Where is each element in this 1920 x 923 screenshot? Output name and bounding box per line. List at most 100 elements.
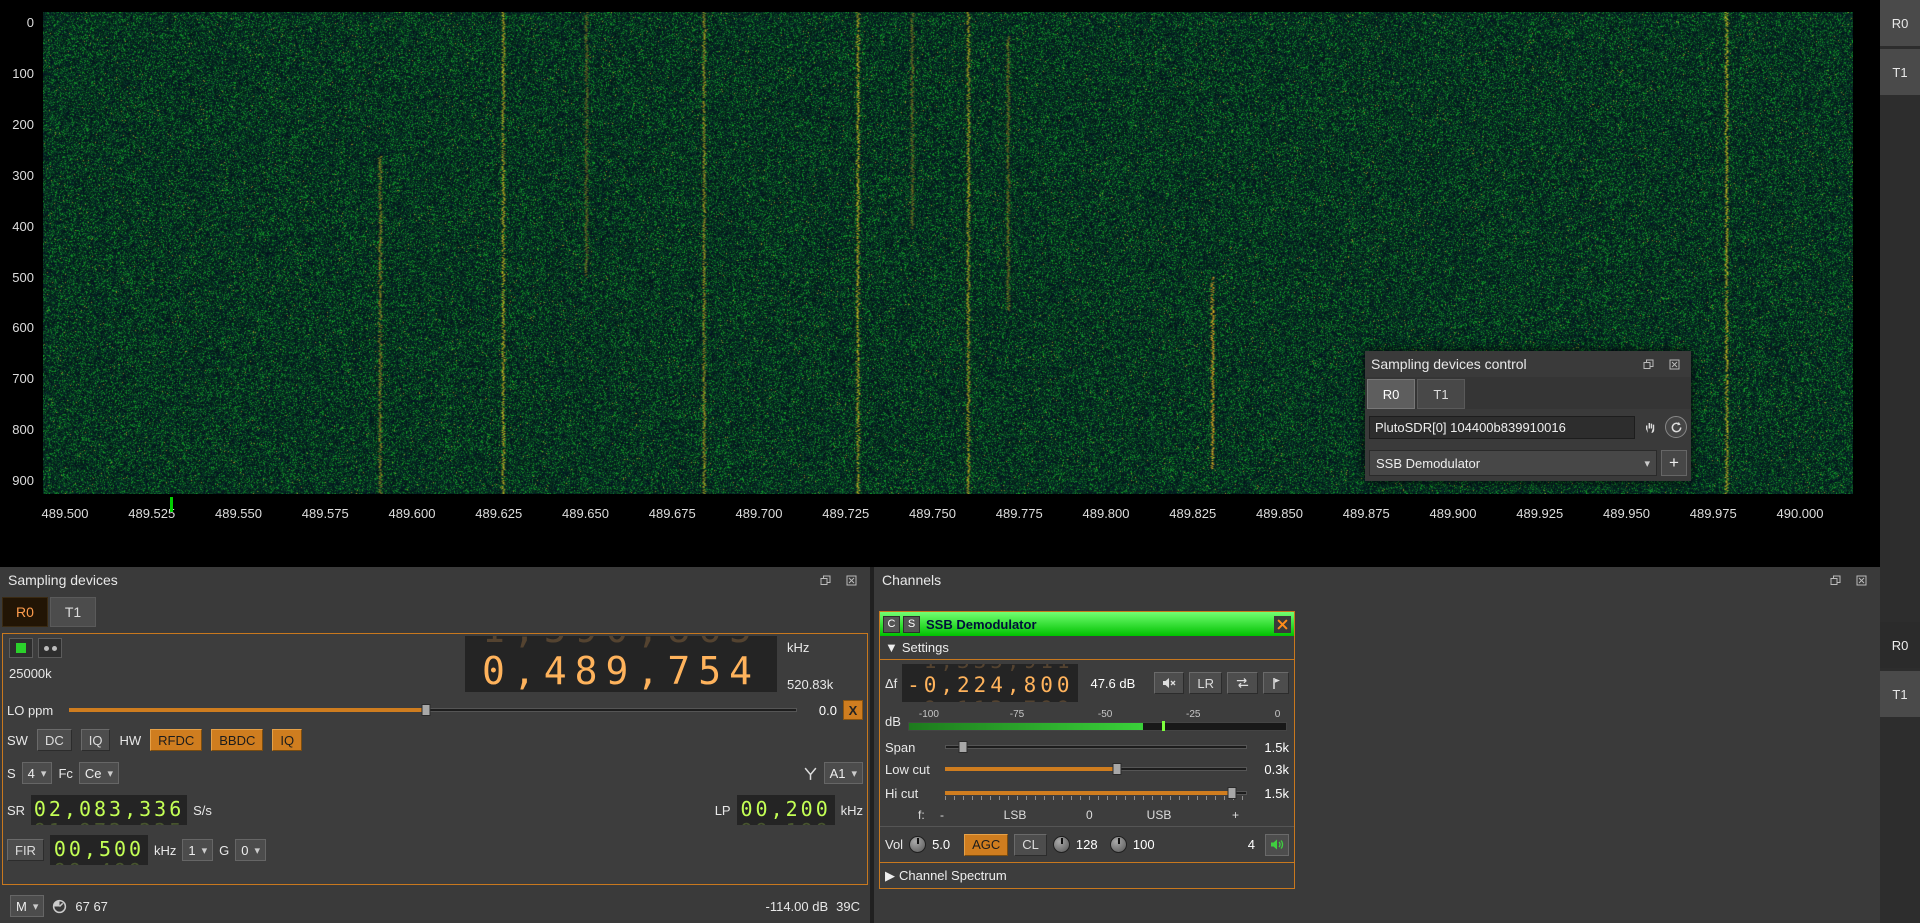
record-square-icon — [16, 643, 26, 653]
x-axis-label: 490.000 — [1777, 506, 1824, 521]
antenna-select[interactable]: A1 ▾ — [824, 762, 863, 784]
bbdc-toggle-button[interactable]: BBDC — [211, 729, 263, 751]
waterfall-y-axis: 0100200300400500600700800900 — [0, 12, 38, 494]
ssb-titlebar[interactable]: C S SSB Demodulator — [880, 612, 1294, 636]
slider-handle[interactable] — [1227, 787, 1236, 799]
dots-icon — [44, 646, 57, 651]
sample-rate-unit: S/s — [193, 803, 212, 818]
rollup-button[interactable] — [1637, 353, 1659, 375]
mux-select[interactable]: M ▾ — [10, 895, 44, 917]
stereo-lr-button[interactable]: LR — [1189, 672, 1222, 694]
low-cut-slider[interactable] — [945, 762, 1247, 776]
slider-handle[interactable] — [959, 741, 968, 753]
fir-bandwidth-dial[interactable]: 11,61100,50099,499 — [50, 835, 148, 865]
channel-select[interactable]: SSB Demodulator ▾ — [1369, 450, 1657, 476]
rollup-button[interactable] — [1824, 569, 1846, 591]
iq-correction-toggle-button[interactable]: IQ — [272, 729, 302, 751]
agc-clamp-button[interactable]: CL — [1014, 834, 1047, 856]
channels-tab-r0[interactable]: R0 — [1880, 622, 1920, 668]
close-button[interactable] — [840, 569, 862, 591]
sampling-devices-panel: Sampling devices R0 T1 — [0, 567, 870, 923]
device-options-button[interactable] — [38, 638, 62, 658]
meter-scale-label: -50 — [1098, 709, 1112, 720]
device-selector[interactable]: PlutoSDR[0] 104400b839910016 — [1369, 416, 1635, 439]
chevron-down-icon: ▾ — [33, 900, 39, 913]
swap-sidebands-button[interactable] — [1227, 672, 1258, 694]
y-axis-label: 0 — [27, 15, 34, 30]
channel-offset-dial[interactable]: -1,335,911-0,224,800-9,113,799 — [902, 664, 1078, 702]
sample-rate-dial[interactable]: 13,194,44702,083,33691,972,225 — [31, 795, 187, 825]
add-channel-button[interactable]: + — [1661, 450, 1687, 476]
close-button[interactable] — [1663, 353, 1685, 375]
close-button[interactable] — [1850, 569, 1872, 591]
agc-toggle-button[interactable]: AGC — [964, 834, 1008, 856]
sampling-devices-title: Sampling devices — [8, 572, 118, 588]
span-slider[interactable] — [945, 740, 1247, 754]
antenna-value: A1 — [830, 766, 846, 781]
rfdc-toggle-button[interactable]: RFDC — [150, 729, 202, 751]
x-axis-label: 489.600 — [389, 506, 436, 521]
span-value: 1.5k — [1253, 740, 1289, 755]
control-tab-r0[interactable]: R0 — [1367, 379, 1415, 409]
agc-threshold-knob[interactable] — [1110, 836, 1127, 853]
center-frequency-dial[interactable]: 1,590,8650,489,7549,378,643 — [465, 636, 777, 692]
decimation-select[interactable]: 4 ▾ — [22, 762, 53, 784]
dsb-mode-button[interactable] — [1263, 672, 1289, 694]
channel-settings-button[interactable]: S — [903, 616, 920, 633]
x-axis-label: 489.525 — [128, 506, 175, 521]
y-axis-label: 700 — [12, 371, 34, 386]
settings-section-header[interactable]: ▼ Settings — [880, 636, 1294, 660]
audio-output-button[interactable] — [1265, 834, 1289, 856]
x-axis-label: 489.625 — [475, 506, 522, 521]
fir-decimation-select[interactable]: 1 ▾ — [182, 839, 213, 861]
start-stop-button[interactable] — [9, 638, 33, 658]
workspace-tab-r0[interactable]: R0 — [1880, 0, 1920, 46]
meter-fill — [909, 723, 1143, 730]
slider-handle[interactable] — [1113, 763, 1122, 775]
volume-knob[interactable] — [909, 836, 926, 853]
x-axis-label: 489.875 — [1343, 506, 1390, 521]
change-device-button[interactable] — [1639, 416, 1661, 438]
workspace-tab-t1[interactable]: T1 — [1880, 49, 1920, 95]
rollup-button[interactable] — [814, 569, 836, 591]
close-icon — [1856, 575, 1867, 586]
x-axis-label: 489.925 — [1516, 506, 1563, 521]
audio-mute-button[interactable] — [1154, 672, 1184, 694]
channel-spectrum-section-header[interactable]: ▶ Channel Spectrum — [880, 862, 1294, 888]
fir-gain-select[interactable]: 0 ▾ — [235, 839, 266, 861]
x-axis-label: 489.950 — [1603, 506, 1650, 521]
x-axis-label: 489.725 — [822, 506, 869, 521]
frequency-unit-label: kHz — [787, 640, 863, 655]
meter-peak-marker — [1162, 721, 1165, 731]
chevron-down-icon: ▾ — [41, 767, 47, 780]
frequency-marker[interactable] — [170, 497, 173, 512]
channel-close-button[interactable] — [1274, 616, 1291, 633]
agc-time-knob[interactable] — [1053, 836, 1070, 853]
lo-ppm-reset-button[interactable]: X — [843, 700, 863, 720]
device-tab-t1[interactable]: T1 — [50, 597, 96, 627]
lo-ppm-slider[interactable] — [69, 703, 797, 717]
fir-toggle-button[interactable]: FIR — [7, 839, 44, 861]
chevron-down-icon: ▾ — [108, 767, 114, 780]
mux-value: M — [16, 899, 27, 914]
triangle-right-icon: ▶ — [885, 868, 895, 884]
slider-handle[interactable] — [421, 704, 430, 716]
device-tab-r0[interactable]: R0 — [2, 597, 48, 627]
hw-label: HW — [119, 733, 141, 748]
channel-color-button[interactable]: C — [883, 616, 900, 633]
control-tab-t1[interactable]: T1 — [1417, 379, 1465, 409]
reload-device-button[interactable] — [1665, 416, 1687, 438]
decimation-value: 4 — [28, 766, 35, 781]
x-axis-label: 489.975 — [1690, 506, 1737, 521]
dc-toggle-button[interactable]: DC — [37, 729, 72, 751]
meter-scale-label: -25 — [1186, 709, 1200, 720]
iq-toggle-button[interactable]: IQ — [81, 729, 111, 751]
hi-cut-slider[interactable] — [945, 786, 1247, 800]
lowpass-dial[interactable]: 11,31100,20099,199 — [737, 795, 835, 825]
rollup-icon — [1643, 359, 1654, 370]
fc-position-select[interactable]: Ce ▾ — [79, 762, 119, 784]
close-icon — [1669, 359, 1680, 370]
x-axis-label: 489.675 — [649, 506, 696, 521]
volume-value: 5.0 — [932, 837, 958, 852]
channels-tab-t1[interactable]: T1 — [1880, 671, 1920, 717]
